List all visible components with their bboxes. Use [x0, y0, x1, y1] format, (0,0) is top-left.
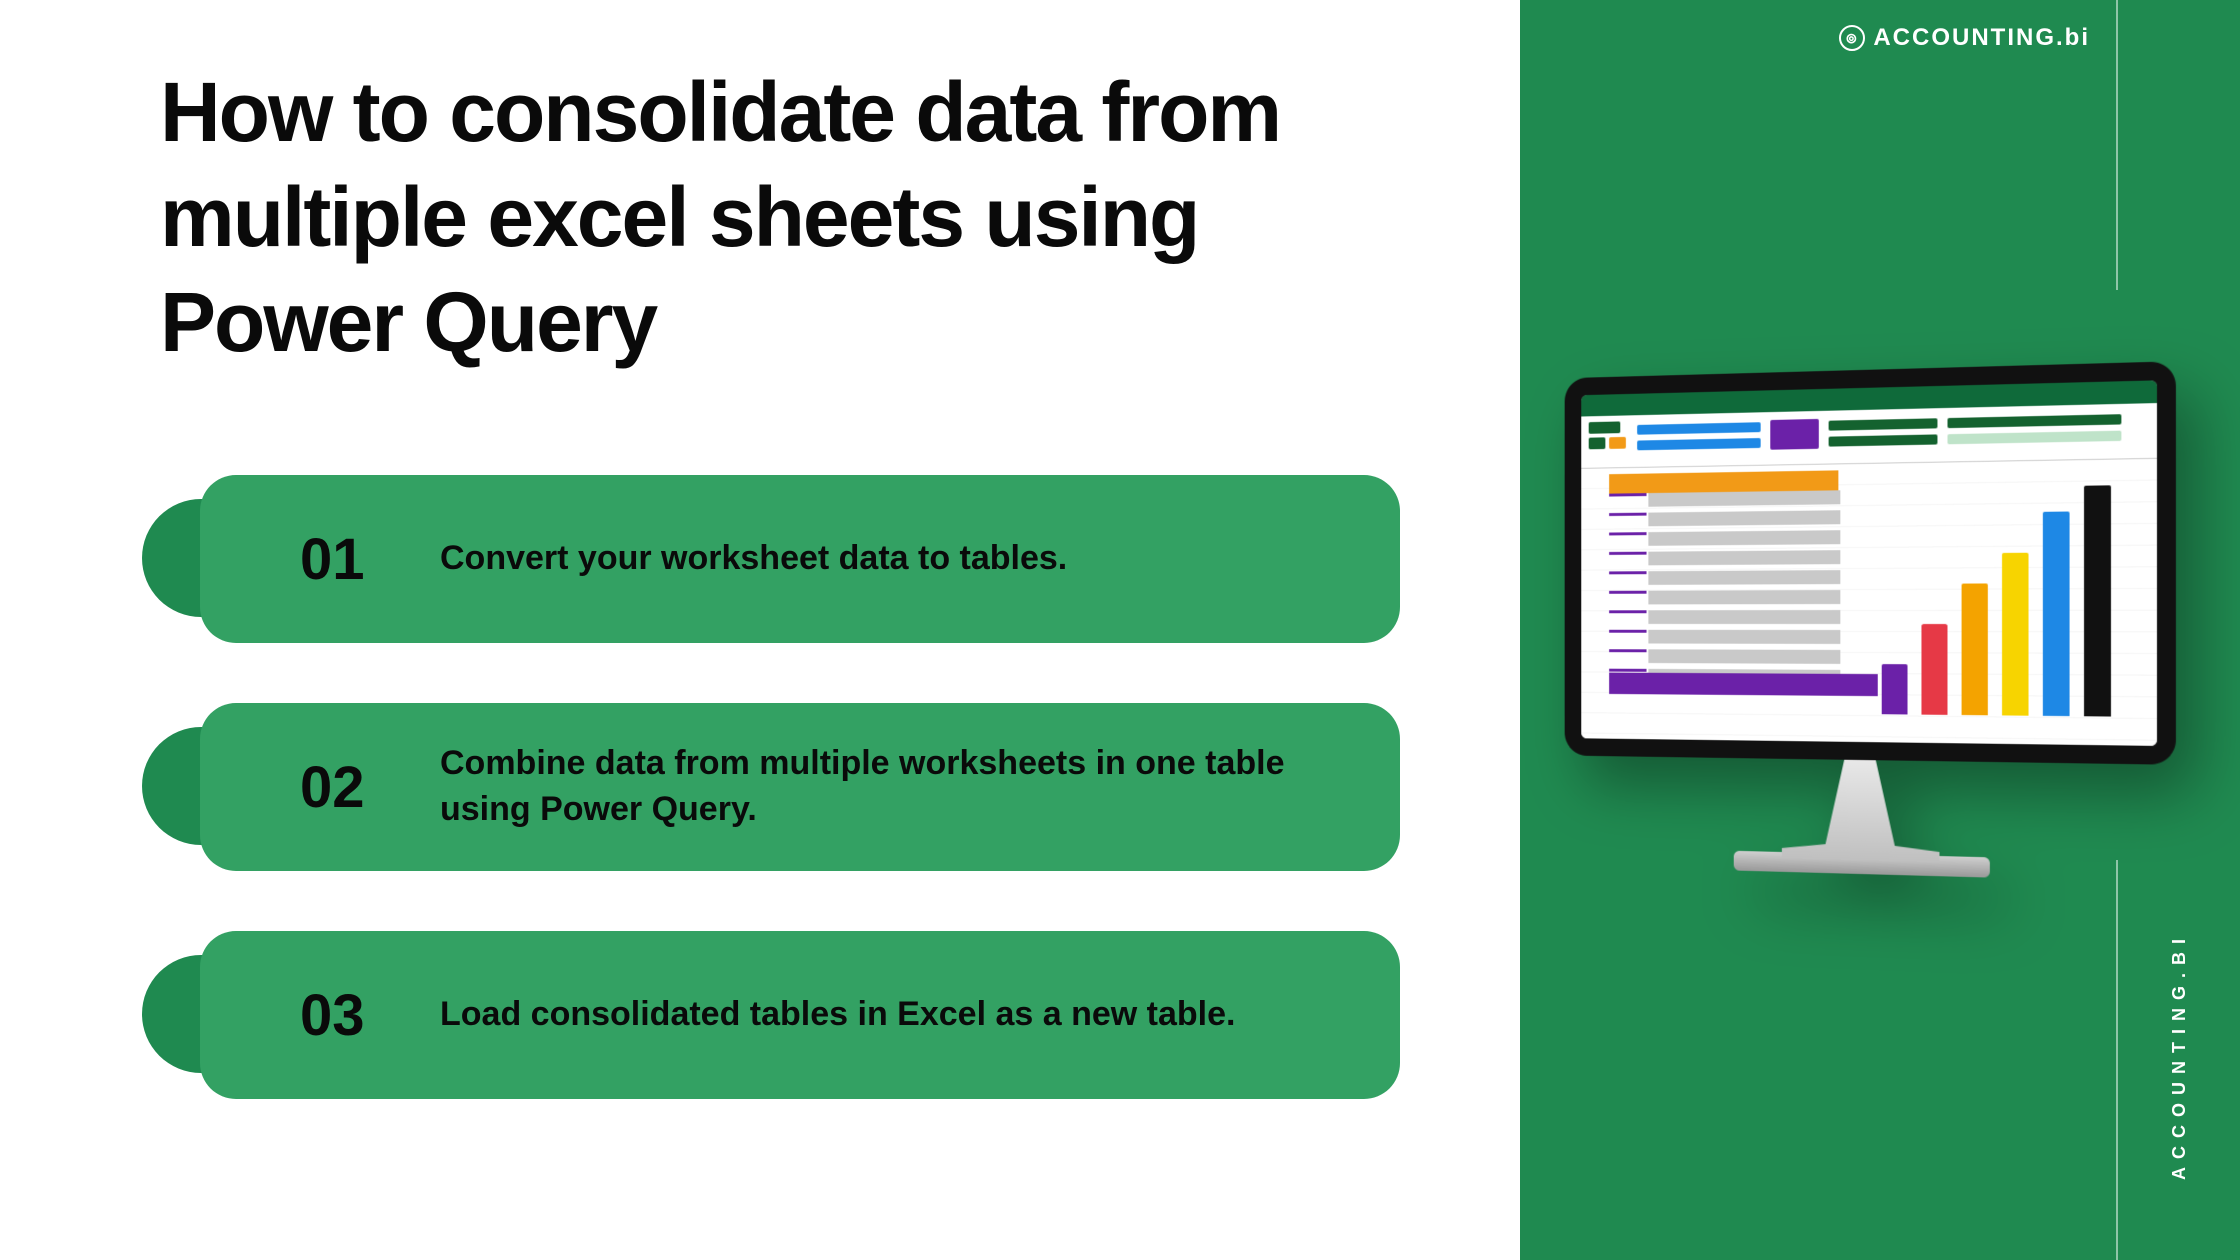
ribbon-chip-icon [1947, 431, 2121, 445]
ribbon-chip-icon [1947, 414, 2121, 428]
step-number: 02 [300, 754, 440, 821]
chart-illustration [1872, 480, 2136, 717]
table-cells-icon [1648, 490, 1840, 690]
ribbon-chip-icon [1829, 418, 1938, 430]
ribbon-chip-icon [1589, 437, 1606, 449]
chart-bar [1962, 583, 1988, 715]
ribbon-chip-icon [1589, 421, 1621, 433]
ribbon-chip-icon [1637, 438, 1761, 450]
chart-bar [2043, 512, 2070, 717]
table-rowheads-icon [1609, 493, 1646, 688]
table-footer-icon [1609, 673, 1878, 697]
monitor-bezel [1565, 361, 2176, 765]
chart-bar [2002, 553, 2028, 716]
step-number: 01 [300, 526, 440, 593]
ribbon-chip-icon [1770, 419, 1819, 450]
chart-bar [1921, 624, 1947, 715]
brand-logo-icon: ⊚ [1839, 25, 1865, 51]
side-label: ACCOUNTING.BI [2169, 931, 2190, 1180]
chart-bar [1882, 664, 1908, 714]
page-title: How to consolidate data from multiple ex… [160, 60, 1420, 375]
monitor-illustration [1565, 361, 2176, 883]
step-text: Convert your worksheet data to tables. [440, 536, 1067, 582]
step-bar: 03 Load consolidated tables in Excel as … [200, 931, 1400, 1099]
brand-logo: ⊚ ACCOUNTING.bi [1839, 24, 2090, 52]
steps-list: 01 Convert your worksheet data to tables… [160, 475, 1420, 1099]
monitor-stand-icon [1782, 759, 1940, 862]
ribbon-chip-icon [1609, 437, 1626, 449]
divider-line-bottom [2116, 860, 2118, 1260]
chart-bar [2084, 485, 2111, 716]
right-panel: ⊚ ACCOUNTING.bi ACCOUNTING.BI [1520, 0, 2240, 1260]
ribbon-chip-icon [1829, 434, 1938, 446]
brand-name: ACCOUNTING.bi [1873, 24, 2090, 52]
step-item-1: 01 Convert your worksheet data to tables… [160, 475, 1420, 643]
left-panel: How to consolidate data from multiple ex… [0, 0, 1520, 1260]
spreadsheet-grid [1581, 459, 2157, 746]
step-bar: 02 Combine data from multiple worksheets… [200, 703, 1400, 871]
step-item-2: 02 Combine data from multiple worksheets… [160, 703, 1420, 871]
step-text: Combine data from multiple worksheets in… [440, 741, 1320, 833]
divider-line-top [2116, 0, 2118, 290]
ribbon-chip-icon [1637, 422, 1761, 435]
step-bar: 01 Convert your worksheet data to tables… [200, 475, 1400, 643]
step-text: Load consolidated tables in Excel as a n… [440, 992, 1235, 1038]
monitor-screen [1581, 380, 2157, 746]
step-item-3: 03 Load consolidated tables in Excel as … [160, 931, 1420, 1099]
step-number: 03 [300, 982, 440, 1049]
